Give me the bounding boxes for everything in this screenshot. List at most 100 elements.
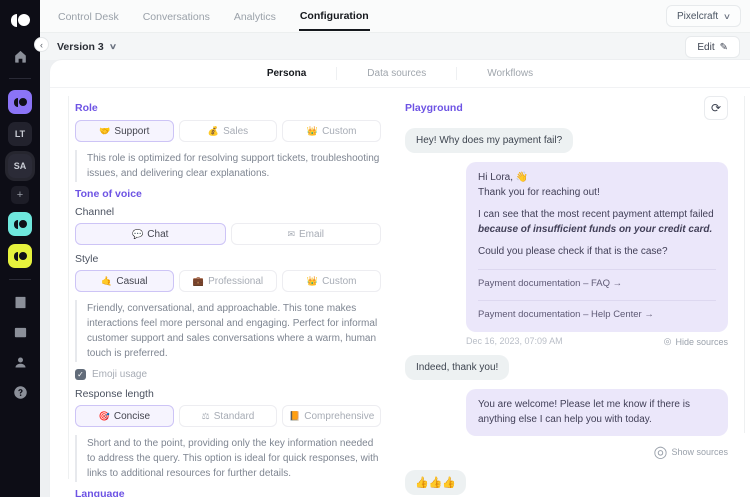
call-me-hand-icon: 🤙 [101, 276, 112, 287]
version-selector[interactable]: Version 3 ∨ [57, 41, 116, 53]
workspace-cyan-logo-icon [14, 220, 27, 229]
source-link-faq[interactable]: Payment documentation – FAQ → [478, 269, 716, 292]
response-length-options: 🎯 Concise ⚖ Standard 📙 Comprehensive [75, 405, 381, 427]
role-section-label: Role [75, 102, 381, 114]
role-options: 🤝 Support 💰 Sales 👑 Custom [75, 120, 381, 142]
emoji-usage-checkbox[interactable]: ✓ Emoji usage [75, 369, 381, 380]
eye-icon: ◎ [664, 336, 672, 347]
handshake-icon: 🤝 [99, 126, 110, 137]
role-description: This role is optimized for resolving sup… [75, 150, 381, 182]
tab-persona[interactable]: Persona [237, 68, 336, 79]
style-label: Style [75, 253, 381, 265]
tone-section-label: Tone of voice [75, 188, 381, 200]
book-icon: 📙 [289, 411, 300, 422]
workspace-switcher-label: Pixelcraft [677, 11, 718, 22]
collapse-sidebar-button[interactable]: ‹ [34, 37, 49, 52]
style-options: 🤙 Casual 💼 Professional 👑 Custom [75, 270, 381, 292]
style-option-casual[interactable]: 🤙 Casual [75, 270, 174, 292]
show-sources-toggle[interactable]: ◎ Show sources [654, 442, 729, 462]
assistant-body: I can see that the most recent payment a… [478, 208, 716, 237]
rail-divider [9, 279, 31, 280]
money-bag-icon: 💰 [208, 126, 219, 137]
edit-button-label: Edit [697, 42, 714, 53]
workspace-sa[interactable]: SA [8, 154, 32, 178]
response-option-comprehensive[interactable]: 📙 Comprehensive [282, 405, 381, 427]
chat-thread: Hey! Why does my payment fail? Hi Lora, … [405, 128, 728, 497]
rail-divider [9, 78, 31, 79]
tab-workflows[interactable]: Workflows [457, 68, 563, 79]
workspace-lt[interactable]: LT [8, 122, 32, 146]
checkbox-check-icon: ✓ [75, 369, 86, 380]
configuration-tabs: Persona Data sources Workflows [50, 60, 750, 88]
chevron-down-icon: ∨ [723, 12, 731, 21]
persona-form: Role 🤝 Support 💰 Sales 👑 Custom This rol… [50, 88, 393, 497]
workspace-yellow-logo-icon [14, 252, 27, 261]
role-option-sales[interactable]: 💰 Sales [179, 120, 278, 142]
style-option-professional[interactable]: 💼 Professional [179, 270, 278, 292]
source-link-help-center[interactable]: Payment documentation – Help Center → [478, 300, 716, 323]
pixelcraft-logo-icon [11, 9, 30, 31]
channel-options: 💬 Chat ✉ Email [75, 223, 381, 245]
playground-scroll-rule [744, 96, 745, 433]
assistant-line: Thank you for reaching out! [478, 186, 716, 201]
channel-option-email[interactable]: ✉ Email [231, 223, 382, 245]
version-bar: Version 3 ∨ Edit ✎ [40, 32, 750, 60]
assistant-question: Could you please check if that is the ca… [478, 245, 716, 260]
message-meta: Dec 16, 2023, 07:09 AM ◎ Hide sources [466, 336, 728, 347]
home-icon[interactable] [12, 48, 28, 64]
version-label: Version 3 [57, 41, 104, 53]
workspace-purple-logo-icon [14, 98, 27, 107]
billing-icon[interactable] [12, 324, 28, 340]
tab-conversations[interactable]: Conversations [142, 2, 211, 30]
emphasized-text: because of insufficient funds on your cr… [478, 224, 712, 235]
tab-control-desk[interactable]: Control Desk [57, 2, 120, 30]
assistant-greeting: Hi Lora, 👋 [478, 171, 716, 186]
message-timestamp: Dec 16, 2023, 07:09 AM [466, 336, 563, 347]
add-workspace-button[interactable]: + [11, 186, 29, 204]
playground: Playground ⟳ Hey! Why does my payment fa… [393, 88, 750, 497]
tab-analytics[interactable]: Analytics [233, 2, 277, 30]
tab-configuration[interactable]: Configuration [299, 1, 370, 31]
response-option-concise[interactable]: 🎯 Concise [75, 405, 174, 427]
response-length-label: Response length [75, 388, 381, 400]
playground-title: Playground [405, 102, 463, 114]
channel-label: Channel [75, 206, 381, 218]
hide-sources-toggle[interactable]: ◎ Hide sources [664, 336, 728, 347]
workspace-yellow[interactable] [8, 244, 32, 268]
assistant-message: Hi Lora, 👋 Thank you for reaching out! I… [466, 162, 728, 332]
app-rail: LT SA + [0, 0, 40, 497]
user-message: Hey! Why does my payment fail? [405, 128, 573, 153]
briefcase-icon: 💼 [193, 276, 204, 287]
role-option-support[interactable]: 🤝 Support [75, 120, 174, 142]
assistant-body: You are welcome! Please let me know if t… [478, 398, 716, 427]
role-option-custom[interactable]: 👑 Custom [282, 120, 381, 142]
refresh-conversation-button[interactable]: ⟳ [704, 96, 728, 120]
style-description: Friendly, conversational, and approachab… [75, 300, 381, 362]
edit-pencil-icon: ✎ [720, 42, 728, 53]
eye-icon: ◎ [654, 442, 668, 462]
chevron-down-icon: ∨ [109, 42, 117, 51]
style-option-custom[interactable]: 👑 Custom [282, 270, 381, 292]
response-length-description: Short and to the point, providing only t… [75, 435, 381, 482]
account-icon[interactable] [12, 354, 28, 370]
workspace-purple[interactable] [8, 90, 32, 114]
configuration-panel: Persona Data sources Workflows Role 🤝 Su… [50, 60, 750, 497]
user-message-reaction: 👍👍👍 [405, 470, 466, 495]
envelope-icon: ✉ [287, 229, 295, 240]
emoji-usage-label: Emoji usage [92, 369, 147, 380]
top-navigation: Control Desk Conversations Analytics Con… [40, 0, 750, 32]
form-scroll-rule [68, 96, 69, 479]
workspace-cyan[interactable] [8, 212, 32, 236]
edit-button[interactable]: Edit ✎ [685, 36, 740, 58]
scales-icon: ⚖ [202, 411, 210, 422]
crown-icon: 👑 [307, 276, 318, 287]
crown-icon: 👑 [307, 126, 318, 137]
assistant-message: You are welcome! Please let me know if t… [466, 389, 728, 436]
tab-data-sources[interactable]: Data sources [337, 68, 456, 79]
changelog-icon[interactable] [12, 294, 28, 310]
response-option-standard[interactable]: ⚖ Standard [179, 405, 278, 427]
workspace-switcher-button[interactable]: Pixelcraft ∨ [666, 5, 741, 27]
help-icon[interactable] [12, 384, 28, 400]
channel-option-chat[interactable]: 💬 Chat [75, 223, 226, 245]
refresh-icon: ⟳ [711, 101, 721, 115]
